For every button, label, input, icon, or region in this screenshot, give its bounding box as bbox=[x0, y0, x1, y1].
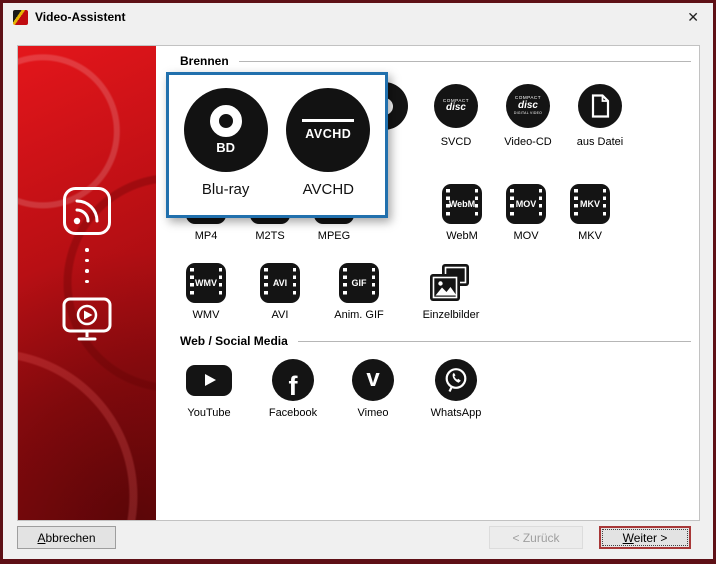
social-option-vimeo[interactable]: v Vimeo bbox=[342, 359, 404, 419]
facebook-icon: f bbox=[272, 359, 314, 401]
dot bbox=[85, 248, 89, 252]
format-label: MPEG bbox=[317, 230, 351, 242]
youtube-icon bbox=[186, 364, 232, 396]
fan-arcs-icon bbox=[63, 187, 111, 235]
format-option-mkv[interactable]: MKV MKV bbox=[558, 184, 622, 242]
film-strip-icon: GIF bbox=[339, 263, 379, 303]
format-label: Anim. GIF bbox=[334, 309, 384, 321]
back-button[interactable]: < Zurück bbox=[489, 526, 583, 549]
avchd-label: AVCHD bbox=[302, 181, 355, 198]
section-rule bbox=[297, 340, 691, 342]
section-header-web: Web / Social Media bbox=[180, 334, 691, 348]
social-label: Facebook bbox=[268, 407, 318, 419]
dialog-body: Brennen COMPACT disc SVCD COMPACT disc D… bbox=[17, 45, 700, 521]
format-label: WebM bbox=[446, 230, 478, 242]
burn-option-label: aus Datei bbox=[576, 136, 624, 148]
bluray-option[interactable]: BD Blu-ray bbox=[180, 88, 272, 215]
dot bbox=[85, 258, 89, 262]
format-option-anim-gif[interactable]: GIF Anim. GIF bbox=[322, 263, 396, 321]
social-label: Vimeo bbox=[357, 407, 389, 419]
section-title: Web / Social Media bbox=[180, 334, 288, 348]
format-option-webm[interactable]: WebM WebM bbox=[430, 184, 494, 242]
dialog-footer: Abbrechen < Zurück Weiter > bbox=[3, 521, 713, 559]
wizard-steps bbox=[18, 186, 156, 345]
burn-option-label: SVCD bbox=[440, 136, 472, 148]
social-option-facebook[interactable]: f Facebook bbox=[258, 359, 328, 419]
format-option-mov[interactable]: MOV MOV bbox=[494, 184, 558, 242]
section-title: Brennen bbox=[180, 54, 229, 68]
titlebar: Video-Assistent ✕ bbox=[3, 3, 713, 31]
app-logo-icon bbox=[13, 9, 28, 25]
wizard-sidebar bbox=[18, 46, 156, 520]
social-row: YouTube f Facebook v Vimeo WhatsApp bbox=[156, 359, 699, 419]
bluray-label: Blu-ray bbox=[201, 181, 250, 198]
film-strip-icon: AVI bbox=[260, 263, 300, 303]
section-header-burn: Brennen bbox=[180, 54, 691, 68]
format-option-wmv[interactable]: WMV WMV bbox=[174, 263, 238, 321]
bd-badge: BD bbox=[216, 140, 236, 155]
burn-option-label: Video-CD bbox=[504, 136, 552, 148]
dotted-connector bbox=[85, 248, 89, 283]
format-label: MKV bbox=[578, 230, 602, 242]
monitor-play-icon bbox=[62, 297, 112, 341]
content-panel: Brennen COMPACT disc SVCD COMPACT disc D… bbox=[156, 46, 699, 520]
vimeo-icon: v bbox=[352, 359, 394, 401]
film-strip-icon: WebM bbox=[442, 184, 482, 224]
format-label: Einzelbilder bbox=[422, 309, 480, 321]
photos-stack-icon bbox=[430, 264, 469, 301]
social-label: YouTube bbox=[187, 407, 231, 419]
dot bbox=[85, 269, 89, 273]
social-label: WhatsApp bbox=[430, 407, 482, 419]
avchd-option[interactable]: AVCHD AVCHD bbox=[282, 88, 374, 215]
file-icon bbox=[578, 84, 622, 128]
bluray-disc-icon: BD bbox=[183, 88, 268, 172]
format-label: M2TS bbox=[255, 230, 285, 242]
cancel-button[interactable]: Abbrechen bbox=[17, 526, 116, 549]
avchd-badge: AVCHD bbox=[305, 127, 352, 141]
format-label: AVI bbox=[271, 309, 289, 321]
video-assistant-dialog: Video-Assistent ✕ Brennen COMPACT disc S… bbox=[0, 0, 716, 564]
dot bbox=[85, 279, 89, 283]
window-title: Video-Assistent bbox=[35, 10, 126, 24]
format-option-einzelbilder[interactable]: Einzelbilder bbox=[406, 263, 496, 321]
format-row-2: WMV WMV AVI AVI GIF Anim. GIF Einzelbild… bbox=[156, 263, 699, 321]
social-option-whatsapp[interactable]: WhatsApp bbox=[418, 359, 494, 419]
zoom-popup: BD Blu-ray AVCHD AVCHD bbox=[166, 72, 388, 218]
compact-disc-icon: COMPACT disc DIGITAL VIDEO bbox=[506, 84, 550, 128]
close-icon[interactable]: ✕ bbox=[683, 10, 703, 24]
film-strip-icon: WMV bbox=[186, 263, 226, 303]
burn-option-video-cd[interactable]: COMPACT disc DIGITAL VIDEO Video-CD bbox=[492, 82, 564, 148]
format-label: MOV bbox=[513, 230, 539, 242]
film-strip-icon: MOV bbox=[506, 184, 546, 224]
social-option-youtube[interactable]: YouTube bbox=[174, 359, 244, 419]
next-button[interactable]: Weiter > bbox=[599, 526, 691, 549]
format-option-avi[interactable]: AVI AVI bbox=[248, 263, 312, 321]
compact-disc-icon: COMPACT disc bbox=[434, 84, 478, 128]
film-strip-icon: MKV bbox=[570, 184, 610, 224]
section-rule bbox=[238, 60, 691, 62]
avchd-disc-icon: AVCHD bbox=[286, 88, 371, 172]
burn-option-aus-datei[interactable]: aus Datei bbox=[564, 82, 636, 148]
format-label: WMV bbox=[192, 309, 220, 321]
whatsapp-icon bbox=[435, 359, 477, 401]
burn-option-svcd[interactable]: COMPACT disc SVCD bbox=[420, 82, 492, 148]
format-label: MP4 bbox=[194, 230, 218, 242]
